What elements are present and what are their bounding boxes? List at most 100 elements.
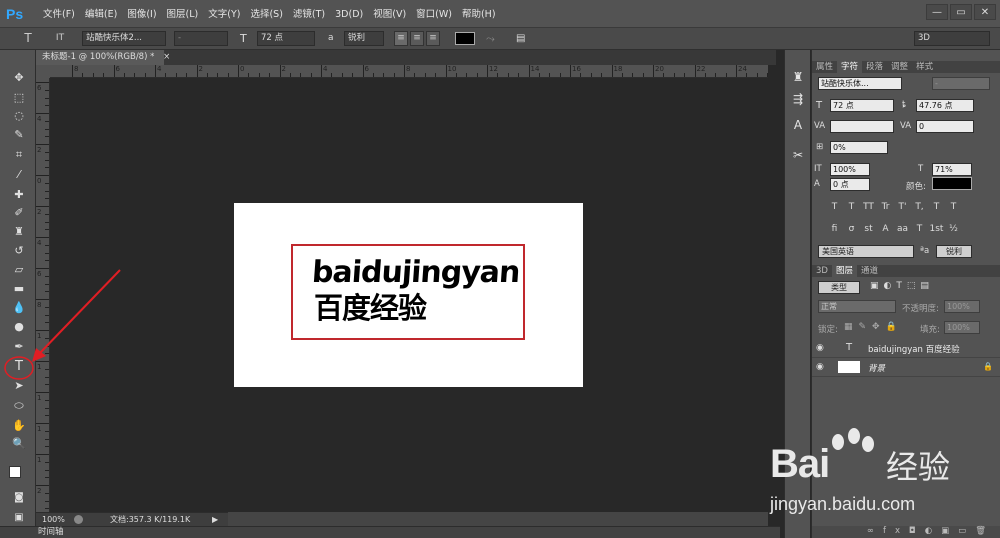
char-font-size[interactable]: 72 点: [830, 99, 894, 112]
faux-italic-button[interactable]: T: [843, 202, 860, 212]
canvas-text-line1[interactable]: baidujingyan: [311, 255, 521, 291]
layer-filter-kind[interactable]: 类型: [818, 281, 860, 294]
font-style-select[interactable]: -: [174, 31, 228, 46]
menu-3d[interactable]: 3D(D): [330, 7, 368, 23]
timeline-panel-bar[interactable]: 时间轴: [0, 526, 780, 538]
screen-mode-icon[interactable]: ▣: [9, 510, 29, 526]
ellipse-tool-icon[interactable]: ⬭: [9, 398, 29, 414]
ot-stylistic-button[interactable]: aa: [894, 224, 911, 234]
character-panel-icon[interactable]: A: [789, 116, 807, 134]
layer-name[interactable]: 背景: [868, 362, 885, 374]
workspace-select[interactable]: 3D: [914, 31, 990, 46]
char-kerning[interactable]: [830, 120, 894, 133]
menu-edit[interactable]: 编辑(E): [80, 7, 122, 23]
brush-presets-icon[interactable]: ⇶: [789, 90, 807, 108]
lasso-tool-icon[interactable]: ◌: [9, 108, 29, 124]
tool-presets-icon[interactable]: ✂: [789, 146, 807, 164]
toggle-panels-icon[interactable]: ▤: [516, 31, 530, 46]
canvas-text-line2[interactable]: 百度经验: [314, 290, 427, 326]
history-panel-icon[interactable]: ♜: [789, 68, 807, 86]
small-caps-button[interactable]: Tr: [877, 202, 894, 212]
eye-icon[interactable]: ◉: [816, 343, 824, 353]
layer-name[interactable]: baidujingyan 百度经验: [868, 343, 960, 355]
ot-fractions-button[interactable]: ½: [945, 224, 962, 234]
strikethrough-button[interactable]: T: [945, 202, 962, 212]
delete-layer-icon[interactable]: 🗑: [975, 526, 995, 536]
tab-properties[interactable]: 属性: [812, 61, 837, 73]
quick-mask-icon[interactable]: ◙: [9, 490, 29, 506]
document-tab-close-icon[interactable]: ×: [163, 52, 170, 62]
menu-image[interactable]: 图像(I): [122, 7, 161, 23]
brush-tool-icon[interactable]: ✐: [9, 205, 29, 221]
group-icon[interactable]: ▣: [941, 526, 958, 536]
tab-paragraph[interactable]: 段落: [862, 61, 887, 73]
type-tool-preset-icon[interactable]: T: [14, 31, 42, 46]
link-layers-icon[interactable]: ∞: [867, 526, 883, 536]
horizontal-ruler[interactable]: 8 6 4 2 0 2 4 6 8 10 12 14 16 18 20 22 24: [50, 65, 768, 78]
eyedropper-tool-icon[interactable]: ⁄: [9, 167, 29, 183]
underline-button[interactable]: T: [928, 202, 945, 212]
menu-layer[interactable]: 图层(L): [162, 7, 204, 23]
adjustment-layer-icon[interactable]: ◐: [925, 526, 941, 536]
char-vertical-scale[interactable]: 100%: [830, 163, 870, 176]
toggle-orientation-icon[interactable]: IT: [50, 31, 70, 46]
char-font-family[interactable]: 站酷快乐体...: [818, 77, 902, 90]
menu-help[interactable]: 帮助(H): [457, 7, 501, 23]
font-family-select[interactable]: 站酷快乐体2...: [82, 31, 166, 46]
new-layer-icon[interactable]: ▭: [958, 526, 975, 536]
zoom-level[interactable]: 100%: [42, 513, 65, 526]
layer-filter-icons[interactable]: ▣◐T⬚▤: [870, 281, 980, 294]
tab-character[interactable]: 字符: [837, 61, 863, 73]
close-button[interactable]: ✕: [974, 4, 996, 20]
font-size-select[interactable]: 72 点: [257, 31, 315, 46]
clone-stamp-tool-icon[interactable]: ♜: [9, 224, 29, 240]
menu-type[interactable]: 文字(Y): [203, 7, 245, 23]
faux-bold-button[interactable]: T: [826, 202, 843, 212]
superscript-button[interactable]: T': [894, 202, 911, 212]
fill-input[interactable]: 100%: [944, 321, 980, 334]
align-right-icon[interactable]: ≡: [426, 31, 440, 46]
opacity-input[interactable]: 100%: [944, 300, 980, 313]
layer-row-text[interactable]: ◉ T baidujingyan 百度经验: [812, 339, 1000, 358]
char-font-style[interactable]: -: [932, 77, 990, 90]
layer-style-icon[interactable]: fx: [883, 526, 909, 536]
char-antialias-select[interactable]: 锐利: [936, 245, 972, 258]
text-color-swatch[interactable]: [455, 32, 475, 45]
tab-3d[interactable]: 3D: [812, 265, 832, 277]
char-tsume[interactable]: 0%: [830, 141, 888, 154]
ot-ligatures-button[interactable]: fi: [826, 224, 843, 234]
move-tool-icon[interactable]: ✥: [9, 70, 29, 86]
restore-button[interactable]: ▭: [950, 4, 972, 20]
tab-channels[interactable]: 通道: [857, 265, 882, 277]
lock-icons[interactable]: ▦✎✥🔒: [844, 322, 903, 332]
ot-contextual-button[interactable]: σ: [843, 224, 860, 234]
ot-titling-button[interactable]: T: [911, 224, 928, 234]
layer-row-background[interactable]: ◉ 背景 🔒: [812, 358, 1000, 377]
foreground-color-swatch[interactable]: [9, 466, 21, 478]
minimize-button[interactable]: —: [926, 4, 948, 20]
horizontal-scrollbar[interactable]: [228, 512, 768, 526]
align-center-icon[interactable]: ≡: [410, 31, 424, 46]
char-tracking[interactable]: 0: [916, 120, 974, 133]
hand-tool-icon[interactable]: ✋: [9, 418, 29, 434]
tab-adjustments[interactable]: 调整: [887, 61, 912, 73]
menu-file[interactable]: 文件(F): [38, 7, 80, 23]
ot-swash-button[interactable]: A: [877, 224, 894, 234]
tab-styles[interactable]: 样式: [912, 61, 937, 73]
tab-layers[interactable]: 图层: [831, 265, 857, 277]
char-baseline-shift[interactable]: 0 点: [830, 178, 870, 191]
menu-filter[interactable]: 滤镜(T): [288, 7, 330, 23]
antialias-select[interactable]: 锐利: [344, 31, 384, 46]
crop-tool-icon[interactable]: ⌗: [9, 147, 29, 163]
blend-mode-select[interactable]: 正常: [818, 300, 896, 313]
all-caps-button[interactable]: TT: [860, 202, 877, 212]
marquee-tool-icon[interactable]: ⬚: [9, 90, 29, 106]
ot-discretionary-button[interactable]: st: [860, 224, 877, 234]
menu-window[interactable]: 窗口(W): [411, 7, 457, 23]
history-brush-tool-icon[interactable]: ↺: [9, 243, 29, 259]
healing-brush-tool-icon[interactable]: ✚: [9, 187, 29, 203]
status-menu-arrow-icon[interactable]: ▶: [212, 513, 218, 526]
char-leading[interactable]: 47.76 点: [916, 99, 974, 112]
ruler-origin[interactable]: [36, 65, 50, 78]
menu-select[interactable]: 选择(S): [245, 7, 287, 23]
